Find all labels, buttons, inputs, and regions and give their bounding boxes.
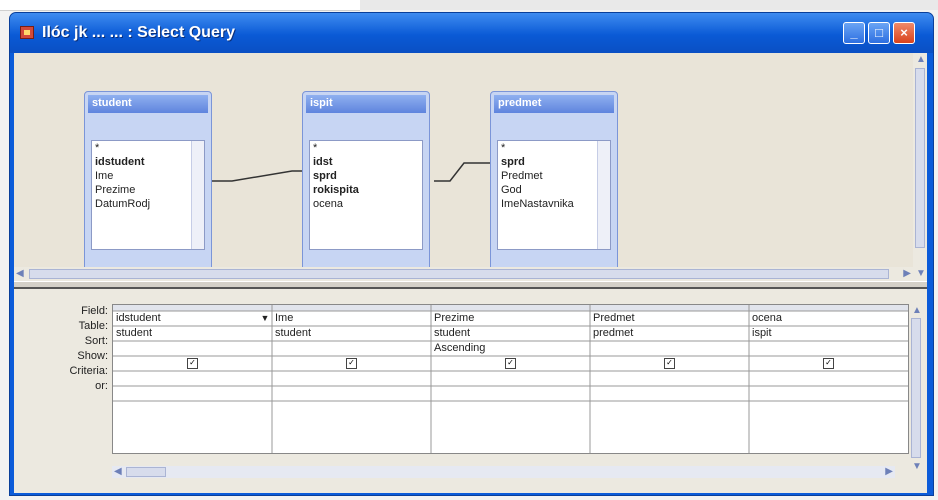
scroll-thumb[interactable] (29, 269, 889, 279)
join-line-student-ispit[interactable] (212, 170, 306, 182)
grid-table-cell[interactable]: student (431, 326, 590, 341)
table-pane-vertical-scrollbar[interactable]: ▲ ▼ (913, 53, 927, 281)
row-label-show: Show: (77, 350, 108, 362)
field-item[interactable]: * (310, 141, 422, 155)
design-grid-pane: Field: Table: Sort: Show: Criteria: or: (14, 289, 927, 493)
scroll-right-icon[interactable]: ▶ (903, 268, 911, 280)
row-label-table: Table: (78, 320, 108, 332)
grid-field-cell[interactable]: idstudent (113, 311, 272, 326)
grid-sort-cell[interactable] (590, 341, 749, 356)
background-strip (0, 0, 938, 11)
grid-horizontal-scrollbar[interactable]: ◀ ▶ (112, 466, 895, 478)
title-bar[interactable]: Ilóc jk ... ... : Select Query _ □ × (10, 13, 933, 53)
table-box-predmet[interactable]: predmet * sprd Predmet God ImeNastavnika (490, 91, 618, 273)
grid-table-cell[interactable]: student (113, 326, 272, 341)
scroll-thumb[interactable] (915, 68, 925, 248)
grid-sort-cell[interactable] (749, 341, 908, 356)
field-list: * idstudent Ime Prezime DatumRodj (91, 140, 205, 250)
grid-table-cell[interactable]: ispit (749, 326, 908, 341)
field-item[interactable]: * (92, 141, 204, 155)
scroll-up-icon[interactable]: ▲ (912, 305, 922, 317)
scroll-right-icon[interactable]: ▶ (885, 466, 893, 478)
scroll-left-icon[interactable]: ◀ (114, 466, 122, 478)
grid-sort-cell[interactable]: Ascending (431, 341, 590, 356)
grid-table-cell[interactable]: predmet (590, 326, 749, 341)
scroll-left-icon[interactable]: ◀ (16, 268, 24, 280)
field-list-scrollbar[interactable] (191, 141, 204, 249)
field-item[interactable]: Ime (92, 169, 204, 183)
field-list: * sprd Predmet God ImeNastavnika (497, 140, 611, 250)
field-item[interactable]: Predmet (498, 169, 610, 183)
grid-sort-cell[interactable] (272, 341, 431, 356)
scroll-up-icon[interactable]: ▲ (916, 54, 926, 66)
grid-row-labels: Field: Table: Sort: Show: Criteria: or: (14, 304, 108, 394)
field-item[interactable]: God (498, 183, 610, 197)
field-item[interactable]: ImeNastavnika (498, 197, 610, 211)
background-tab (0, 0, 360, 11)
scroll-thumb[interactable] (126, 467, 166, 477)
table-pane-horizontal-scrollbar[interactable]: ◀ ▶ (14, 267, 913, 281)
row-label-sort: Sort: (84, 335, 108, 347)
field-item[interactable]: idst (310, 155, 422, 169)
show-checkbox[interactable]: ✓ (505, 358, 516, 369)
join-line-ispit-predmet[interactable] (434, 162, 498, 182)
field-item[interactable]: * (498, 141, 610, 155)
grid-table-cell[interactable]: student (272, 326, 431, 341)
field-item[interactable]: Prezime (92, 183, 204, 197)
field-item[interactable]: idstudent (92, 155, 204, 169)
table-title[interactable]: ispit (306, 95, 426, 113)
show-checkbox[interactable]: ✓ (664, 358, 675, 369)
row-label-criteria: Criteria: (69, 365, 108, 377)
field-list: * idst sprd rokispita ocena (309, 140, 423, 250)
show-checkbox[interactable]: ✓ (187, 358, 198, 369)
scroll-down-icon[interactable]: ▼ (912, 461, 922, 473)
table-title[interactable]: predmet (494, 95, 614, 113)
window-title: Ilóc jk ... ... : Select Query (42, 24, 235, 41)
table-box-ispit[interactable]: ispit * idst sprd rokispita ocena (302, 91, 430, 273)
close-button[interactable]: × (893, 22, 915, 44)
table-title[interactable]: student (88, 95, 208, 113)
grid-field-cell[interactable]: ocena (749, 311, 908, 326)
design-grid: idstudent student ✓ ▼ Ime student ✓ Prez… (112, 304, 909, 454)
field-list-scrollbar[interactable] (597, 141, 610, 249)
table-box-student[interactable]: student * idstudent Ime Prezime DatumRod… (84, 91, 212, 273)
row-label-or: or: (95, 380, 108, 392)
query-icon (20, 26, 34, 39)
grid-vertical-scrollbar[interactable]: ▲ ▼ (909, 304, 923, 474)
row-label-field: Field: (81, 305, 108, 317)
pane-splitter[interactable] (14, 281, 927, 289)
grid-field-cell[interactable]: Predmet (590, 311, 749, 326)
field-item[interactable]: DatumRodj (92, 197, 204, 211)
show-checkbox[interactable]: ✓ (346, 358, 357, 369)
field-item[interactable]: rokispita (310, 183, 422, 197)
grid-field-cell[interactable]: Ime (272, 311, 431, 326)
grid-field-cell[interactable]: Prezime (431, 311, 590, 326)
field-item[interactable]: sprd (498, 155, 610, 169)
maximize-button[interactable]: □ (868, 22, 890, 44)
minimize-button[interactable]: _ (843, 22, 865, 44)
field-item[interactable]: ocena (310, 197, 422, 211)
table-pane: student * idstudent Ime Prezime DatumRod… (14, 53, 927, 281)
field-dropdown-icon[interactable]: ▼ (258, 311, 272, 326)
query-window: Ilóc jk ... ... : Select Query _ □ × stu… (9, 12, 934, 496)
scroll-thumb[interactable] (911, 318, 921, 458)
field-item[interactable]: sprd (310, 169, 422, 183)
show-checkbox[interactable]: ✓ (823, 358, 834, 369)
scroll-down-icon[interactable]: ▼ (916, 268, 926, 280)
grid-sort-cell[interactable] (113, 341, 272, 356)
